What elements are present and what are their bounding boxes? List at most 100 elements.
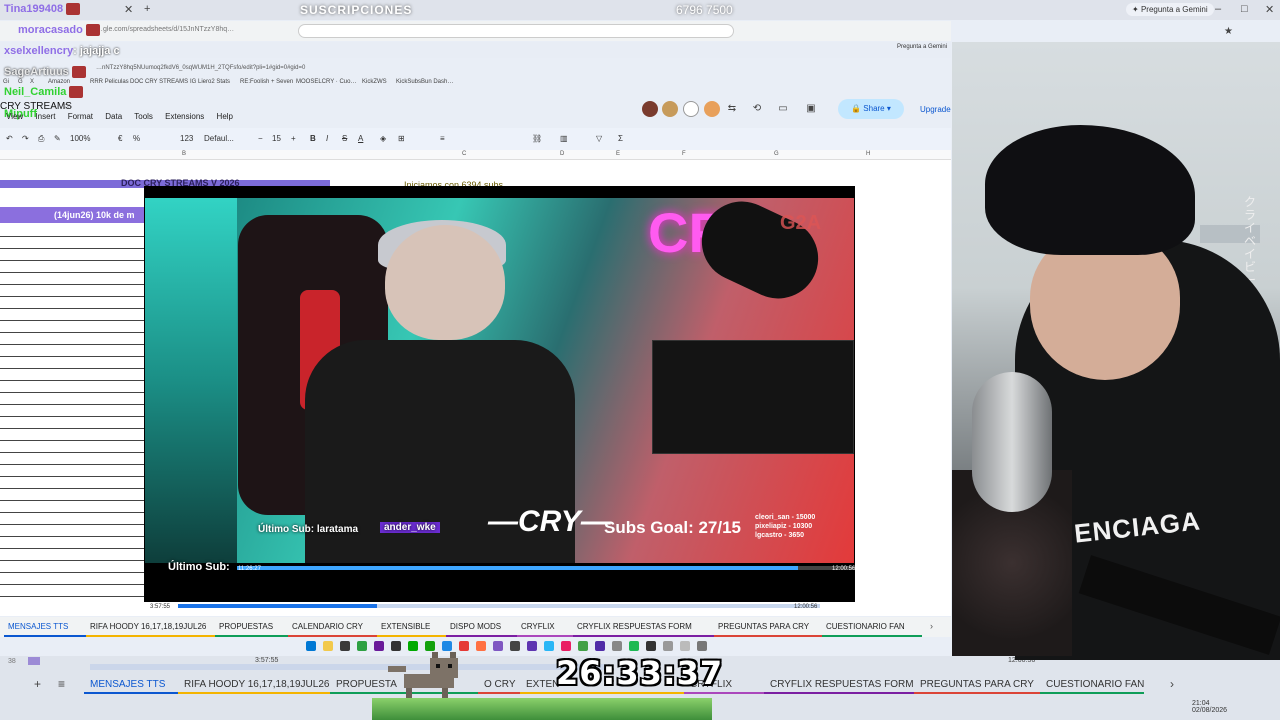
functions-icon[interactable]: Σ [618,134,623,143]
sheet-tab[interactable]: RIFA HOODY 16,17,18,19JUL26 [90,622,206,631]
new-tab-icon[interactable]: + [144,3,150,15]
history-icon[interactable]: ⟲ [749,101,765,117]
sheet-tab[interactable]: PROPUESTAS [219,622,273,631]
font-size-input[interactable]: 15 [272,134,281,143]
bookmark[interactable]: KickSubsBun Dash… [396,79,453,85]
upgrade-button[interactable]: Upgrade [920,105,951,114]
bookmark-star-icon[interactable]: ★ [1224,26,1233,37]
column-header[interactable]: E [616,151,620,157]
taskbar-app-icon[interactable] [663,641,673,651]
align-icon[interactable]: ≡ [440,134,445,143]
italic-icon[interactable]: I [326,134,328,143]
bookmark[interactable]: X [30,79,34,85]
taskbar-app-icon[interactable] [374,641,384,651]
sheet-tab[interactable]: PREGUNTAS PARA CRY [718,622,809,631]
taskbar-app-icon[interactable] [697,641,707,651]
taskbar-app-icon[interactable] [680,641,690,651]
menu-insert[interactable]: Insert [35,112,55,121]
sheet-tab[interactable]: EXTENSIBLE [381,622,430,631]
taskbar-app-icon[interactable] [595,641,605,651]
minimize-icon[interactable]: – [1215,3,1221,15]
bottom-sheet-tab[interactable]: CRYFLIX RESPUESTAS FORM [770,679,914,690]
bookmark[interactable]: G [18,79,23,85]
close-window-icon[interactable]: ✕ [1265,3,1274,16]
taskbar-app-icon[interactable] [306,641,316,651]
sheet-tab[interactable]: CUESTIONARIO FAN [826,622,905,631]
column-header[interactable]: G [774,151,779,157]
taskbar-app-icon[interactable] [493,641,503,651]
collaborator-avatar[interactable] [704,101,720,117]
bookmark[interactable]: Gi [3,79,9,85]
add-sheet-icon[interactable]: + [34,677,41,691]
bottom-progress-bar[interactable] [90,664,610,670]
outer-progress-bar[interactable] [178,604,820,608]
star-icon[interactable]: ☆ [62,101,71,112]
sheet-tab[interactable]: CALENDARIO CRY [292,622,363,631]
taskbar-app-icon[interactable] [612,641,622,651]
bottom-sheet-tab[interactable]: CUESTIONARIO FAN [1046,679,1144,690]
filter-icon[interactable]: ▽ [596,134,602,143]
bookmark[interactable]: RRR Peliculas [90,79,129,85]
cell-date[interactable]: (14jun26) 10k de m [54,210,135,220]
text-color-icon[interactable]: A [358,134,363,143]
comments-icon[interactable]: ▭ [775,101,791,117]
taskbar-app-icon[interactable] [646,641,656,651]
taskbar-app-icon[interactable] [527,641,537,651]
gemini-button[interactable]: ✦ Pregunta a Gemini [1126,3,1214,16]
column-header[interactable]: H [866,151,870,157]
taskbar-app-icon[interactable] [476,641,486,651]
print-icon[interactable]: ⎙ [38,134,44,144]
bold-icon[interactable]: B [310,134,316,143]
number-format[interactable]: 123 [180,134,193,143]
taskbar-app-icon[interactable] [340,641,350,651]
menu-help[interactable]: Help [217,112,233,121]
taskbar-app-icon[interactable] [357,641,367,651]
column-header[interactable]: D [560,151,564,157]
column-header[interactable]: C [462,151,466,157]
maximize-icon[interactable]: □ [1241,3,1248,15]
collaborator-avatar[interactable] [683,101,699,117]
all-sheets-icon[interactable]: ≡ [58,677,65,691]
bottom-sheet-tab[interactable]: RIFA HOODY 16,17,18,19JUL26 [184,679,329,690]
link-icon[interactable]: ⛓ [532,134,542,143]
menu-extensions[interactable]: Extensions [165,112,204,121]
bookmark[interactable]: DOC CRY STREAMS [130,79,188,85]
bottom-sheet-tab[interactable]: EXTEN [526,679,559,690]
menu-tools[interactable]: Tools [134,112,153,121]
more-collaborators-icon[interactable]: ⇆ [724,101,740,117]
menu-view[interactable]: View [6,112,23,121]
fill-color-icon[interactable]: ◈ [380,134,386,143]
redo-icon[interactable]: ↷ [22,134,29,143]
percent-icon[interactable]: % [133,134,140,143]
zoom-select[interactable]: 100% [70,134,90,143]
share-button[interactable]: 🔒 Share ▾ [838,99,904,119]
bottom-sheet-tab[interactable]: PREGUNTAS PARA CRY [920,679,1034,690]
sheet-tab[interactable]: DISPO MODS [450,622,501,631]
menu-data[interactable]: Data [105,112,122,121]
meet-icon[interactable]: ▣ [803,101,819,117]
undo-icon[interactable]: ↶ [6,134,13,143]
sheet-tab[interactable]: MENSAJES TTS [8,622,68,631]
bookmark[interactable]: MOOSELCRY · Cuo… [296,79,356,85]
taskbar-app-icon[interactable] [544,641,554,651]
bottom-sheet-tab[interactable]: O CRY [484,679,516,690]
bottom-tabs-scroll-icon[interactable]: › [1170,677,1174,691]
bottom-sheet-tab[interactable]: MENSAJES TTS [90,679,165,690]
collaborator-avatar[interactable] [642,101,658,117]
address-bar[interactable] [298,24,734,38]
collaborator-avatar[interactable] [662,101,678,117]
chart-icon[interactable]: ▥ [560,134,568,143]
currency-icon[interactable]: € [118,134,122,143]
tab-close-icon[interactable]: ✕ [124,3,133,16]
column-header[interactable]: B [182,151,186,157]
taskbar-app-icon[interactable] [578,641,588,651]
sheet-tab[interactable]: CRYFLIX RESPUESTAS FORM [577,622,692,631]
font-size-decrease[interactable]: − [258,134,263,143]
tabs-scroll-right-icon[interactable]: › [930,621,933,631]
paint-format-icon[interactable]: ✎ [54,134,61,143]
taskbar-app-icon[interactable] [510,641,520,651]
taskbar-app-icon[interactable] [629,641,639,651]
video-progress-bar[interactable] [237,566,854,570]
strikethrough-icon[interactable]: S [342,134,347,143]
font-size-increase[interactable]: + [291,134,296,143]
